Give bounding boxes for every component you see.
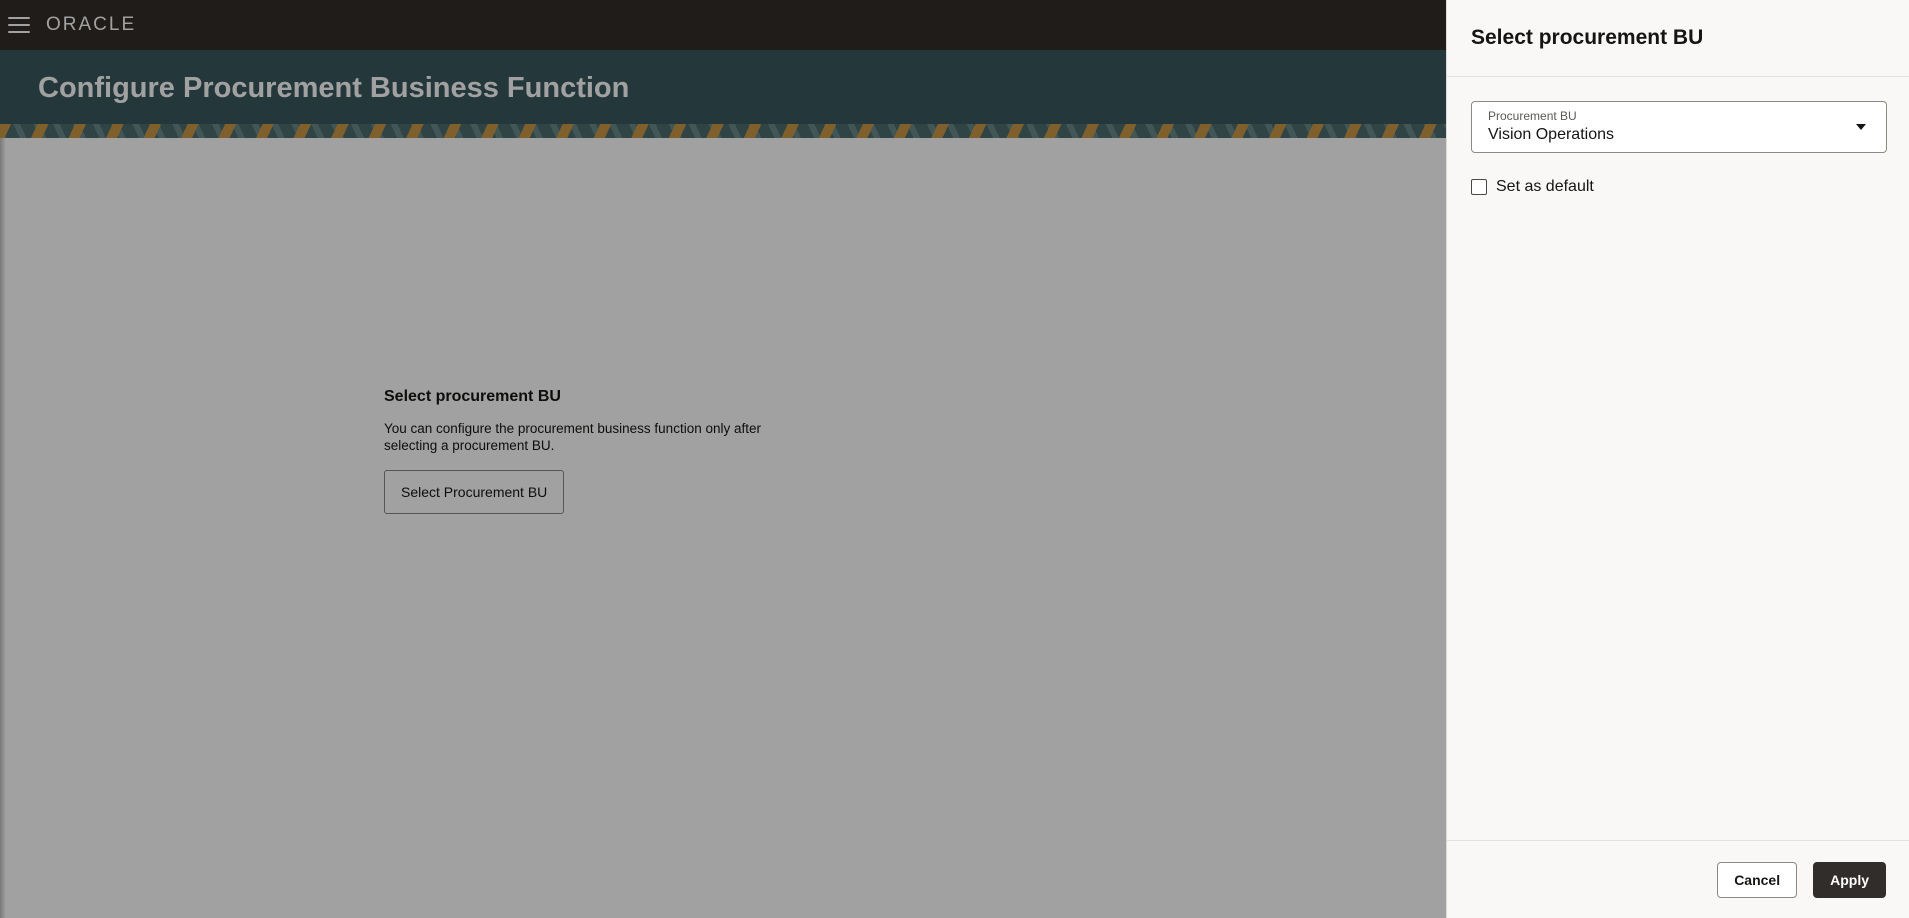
drawer-header: Select procurement BU [1447, 0, 1909, 77]
set-as-default-label[interactable]: Set as default [1496, 178, 1594, 196]
caret-down-icon[interactable] [1856, 124, 1866, 130]
procurement-bu-label: Procurement BU [1488, 109, 1577, 123]
app-root: ORACLE Configure Procurement Business Fu… [0, 0, 1909, 918]
modal-scrim[interactable] [0, 0, 1446, 918]
select-bu-drawer: Select procurement BU Procurement BU Vis… [1446, 0, 1909, 918]
drawer-body: Procurement BU Vision Operations Set as … [1447, 77, 1909, 220]
cancel-button[interactable]: Cancel [1717, 861, 1798, 898]
procurement-bu-select[interactable]: Procurement BU Vision Operations [1471, 101, 1887, 153]
set-as-default-row[interactable]: Set as default [1471, 178, 1885, 196]
drawer-title: Select procurement BU [1471, 26, 1704, 49]
set-as-default-checkbox[interactable] [1471, 179, 1487, 195]
apply-button[interactable]: Apply [1813, 861, 1886, 898]
drawer-footer: Cancel Apply [1447, 840, 1909, 918]
procurement-bu-value: Vision Operations [1488, 126, 1614, 143]
scrim-edge-shadow [0, 138, 6, 918]
